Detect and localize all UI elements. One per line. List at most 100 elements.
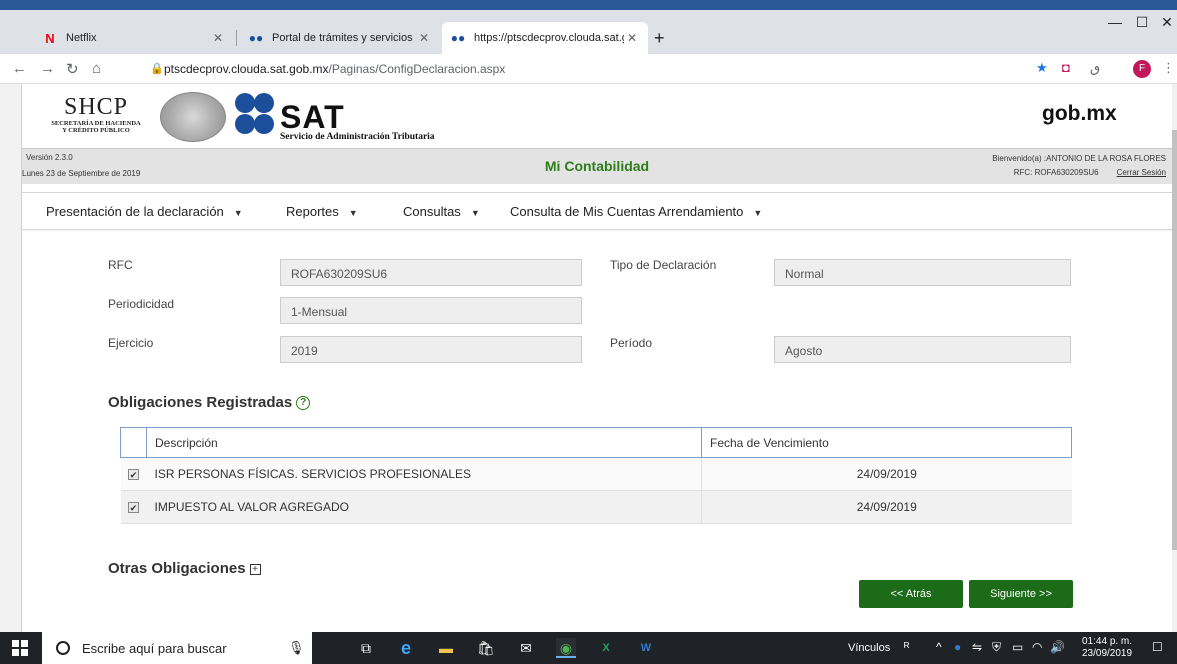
close-icon[interactable]: ✕ [416,31,432,45]
tab-separator [236,30,237,46]
tab-label: https://ptscdecprov.clouda.sat.go [474,32,624,44]
table-row: ✔ IMPUESTO AL VALOR AGREGADO 24/09/2019 [120,490,1072,524]
url-host: ptscdecprov.clouda.sat.gob.mx [164,62,329,76]
back-button[interactable]: << Atrás [859,580,963,608]
menu-label: Presentación de la declaración [46,204,224,219]
shield-icon[interactable]: ⛨ [992,640,1001,655]
profile-avatar[interactable]: F [1133,60,1151,78]
row-descripcion: ISR PERSONAS FÍSICAS. SERVICIOS PROFESIO… [146,457,702,491]
caret-down-icon: ▼ [348,208,358,218]
people-icon[interactable]: ᴿ [904,640,909,654]
task-view-icon[interactable]: ⧉ [356,638,376,658]
new-tab-button[interactable]: + [654,28,665,49]
sat-wordmark: SAT [280,99,345,135]
lock-icon: 🔒 [150,63,164,75]
window-title-strip [0,0,1177,10]
pocket-icon[interactable]: ◘ [1062,60,1070,75]
sync-icon[interactable]: ⇋ [972,640,982,654]
microphone-icon[interactable]: 🎙 [288,640,305,656]
menu-label: Consulta de Mis Cuentas Arrendamiento [510,204,744,219]
menu-reportes[interactable]: Reportes ▼ [286,204,358,219]
checkbox[interactable]: ✔ [128,502,139,513]
periodo-field: Agosto [774,336,1071,363]
reload-icon[interactable]: ↻ [66,60,79,78]
menu-dots-icon[interactable]: ⋮ [1162,60,1175,76]
forward-arrow-icon[interactable]: → [40,60,55,77]
ejercicio-label: Ejercicio [108,336,154,350]
checkbox[interactable]: ✔ [128,469,139,480]
back-arrow-icon[interactable]: ← [12,60,27,77]
url-path: /Paginas/ConfigDeclaracion.aspx [328,62,506,76]
menu-arrendamiento[interactable]: Consulta de Mis Cuentas Arrendamiento ▼ [510,204,762,219]
links-toolbar[interactable]: Vínculos [848,642,890,654]
menu-label: Reportes [286,204,339,219]
close-icon[interactable]: ✕ [210,31,226,45]
taskbar-search[interactable]: Escribe aquí para buscar 🎙 [42,632,312,664]
expand-plus-icon[interactable]: + [249,563,261,575]
browser-tab-bar: N Netflix ✕ ●● Portal de trámites y serv… [0,0,1177,54]
row-check-cell: ✔ [120,490,147,524]
sat-icon: ●● [248,31,264,45]
ejercicio-field: 2019 [280,336,582,363]
minimize-icon[interactable]: — [1100,14,1130,30]
wifi-icon[interactable]: ◠ [1032,640,1042,654]
rfc-label: RFC [108,258,133,272]
netflix-icon: N [45,30,55,46]
shcp-text: SHCP [63,94,129,120]
chrome-icon[interactable]: ◉ [556,638,576,658]
menu-consultas[interactable]: Consultas ▼ [403,204,480,219]
url-field[interactable]: ptscdecprov.clouda.sat.gob.mx/Paginas/Co… [164,62,505,76]
star-icon[interactable]: ★ [1036,60,1048,76]
store-icon[interactable]: 🛍 [476,638,496,658]
volume-icon[interactable]: 🔊 [1050,640,1065,654]
rfc-field: ROFA630209SU6 [280,259,582,286]
info-bar: Versión 2.3.0 Lunes 23 de Septiembre de … [22,148,1172,184]
excel-icon[interactable]: X [596,638,616,658]
periodo-label: Período [610,336,653,350]
row-fecha: 24/09/2019 [701,490,1072,524]
tab-netflix[interactable]: N Netflix ✕ [34,22,234,54]
file-explorer-icon[interactable]: ▬ [436,638,456,658]
gobmx-logo[interactable]: gob.mx [1042,102,1117,126]
obligaciones-title: Obligaciones Registradas? [108,394,311,411]
welcome-text: Bienvenido(a) :ANTONIO DE LA ROSA FLORES [992,154,1166,163]
menu-label: Consultas [403,204,461,219]
tipo-label: Tipo de Declaración [610,258,717,272]
tipo-field: Normal [774,259,1071,286]
obligaciones-table: Descripción Fecha de Vencimiento ✔ ISR P… [120,427,1072,524]
battery-icon[interactable]: ▭ [1012,640,1023,654]
scrollbar-thumb[interactable] [1172,130,1177,550]
logout-link[interactable]: Cerrar Sesión [1117,168,1166,177]
search-placeholder: Escribe aquí para buscar [82,641,227,656]
clock-date: 23/09/2019 [1082,648,1133,659]
extension-icon[interactable]: ٯ [1090,60,1100,76]
tab-active[interactable]: ●● https://ptscdecprov.clouda.sat.go ✕ [442,22,648,54]
row-descripcion: IMPUESTO AL VALOR AGREGADO [146,490,702,524]
periodicidad-label: Periodicidad [108,297,175,311]
site-header: SHCP SECRETARÍA DE HACIENDA Y CRÉDITO PÚ… [22,84,1172,148]
mail-icon[interactable]: ✉ [516,638,536,658]
edge-icon[interactable]: e [396,638,416,658]
shcp-line1: SECRETARÍA DE HACIENDA [51,120,141,127]
help-icon[interactable]: ? [296,396,311,411]
home-icon[interactable]: ⌂ [92,60,101,77]
windows-start-icon[interactable] [12,640,28,656]
menu-presentacion[interactable]: Presentación de la declaración ▼ [46,204,243,219]
row-check-cell: ✔ [120,457,147,491]
notifications-icon[interactable]: ☐ [1152,640,1163,654]
address-bar: ← → ↻ ⌂ 🔒 ptscdecprov.clouda.sat.gob.mx/… [0,54,1177,84]
system-clock[interactable]: 01:44 p. m. 23/09/2019 [1082,636,1132,660]
bluetooth-icon[interactable]: ● [954,640,961,654]
next-button[interactable]: Siguiente >> [969,580,1073,608]
header-fecha: Fecha de Vencimiento [701,427,1072,458]
word-icon[interactable]: W [636,638,656,658]
shcp-logo: SHCP SECRETARÍA DE HACIENDA Y CRÉDITO PÚ… [36,94,156,144]
periodicidad-field: 1-Mensual [280,297,582,324]
close-icon[interactable]: ✕ [624,31,640,45]
header-descripcion: Descripción [146,427,702,458]
chevron-up-icon[interactable]: ^ [936,640,942,654]
tab-portal[interactable]: ●● Portal de trámites y servicios - SA ✕ [240,22,440,54]
tab-label: Netflix [66,32,97,44]
window-close-icon[interactable]: ✕ [1152,14,1177,31]
sat-subtitle: Servicio de Administración Tributaria [280,132,435,142]
